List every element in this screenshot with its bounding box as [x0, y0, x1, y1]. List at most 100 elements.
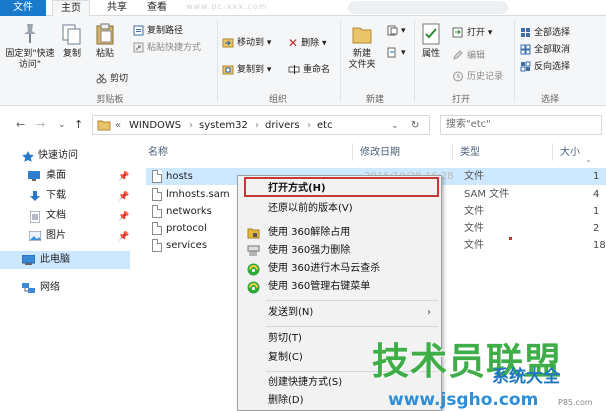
column-divider[interactable] [552, 143, 553, 161]
watermark-url-text: www.jsgho.com [388, 390, 539, 410]
nav-pictures[interactable]: 图片 📌 [0, 227, 132, 245]
breadcrumb-drivers[interactable]: drivers [265, 119, 300, 133]
back-button[interactable]: ← [16, 118, 25, 132]
move-to-button[interactable]: 移动到 ▾ [222, 36, 271, 50]
copy-to-icon [222, 65, 234, 75]
edit-button[interactable]: 编辑 [452, 49, 485, 63]
column-divider[interactable] [452, 143, 453, 161]
menu-item-360-unlock[interactable]: 使用 360解除占用 [238, 224, 441, 242]
nav-quick-access[interactable]: 快速访问 [0, 147, 132, 165]
copy-to-button[interactable]: 复制到 ▾ [222, 63, 271, 77]
tab-file[interactable]: 文件 [0, 0, 46, 16]
menu-item-send-to[interactable]: 发送到(N) › [238, 304, 441, 322]
pin-to-quick-access-button[interactable]: 固定到"快速访问" [4, 22, 56, 71]
tab-home[interactable]: 主页 [52, 0, 90, 16]
nav-network[interactable]: 网络 [0, 279, 132, 297]
paste-label: 粘贴 [95, 49, 114, 59]
rename-icon [288, 65, 300, 74]
file-icon [152, 188, 162, 201]
picture-icon [29, 231, 41, 241]
menu-item-restore-previous[interactable]: 还原以前的版本(V) [238, 200, 441, 218]
nav-quick-access-label: 快速访问 [38, 150, 78, 161]
menu-item-label: 使用 360管理右键菜单 [268, 281, 371, 292]
clipboard-group-label: 剪贴板 [96, 95, 124, 105]
menu-item-label: 使用 360进行木马云查杀 [268, 263, 381, 274]
breadcrumb-windows[interactable]: WINDOWS [129, 119, 181, 133]
column-header-name[interactable]: 名称 [148, 146, 168, 160]
paste-button[interactable]: 粘贴 [90, 22, 120, 60]
paste-shortcut-icon [133, 42, 144, 53]
menu-item-360-force-delete[interactable]: 使用 360强力删除 [238, 242, 441, 260]
menu-separator [266, 326, 438, 327]
pin-icon[interactable]: 📌 [118, 208, 129, 226]
history-icon [453, 71, 463, 82]
new-item-button[interactable]: ▾ [386, 24, 406, 38]
new-item-icon [387, 25, 398, 36]
column-header-size[interactable]: 大小 [560, 146, 580, 160]
file-size: 1 [593, 171, 600, 182]
pin-icon[interactable]: 📌 [118, 168, 129, 186]
copy-path-button[interactable]: 复制路径 [133, 24, 183, 38]
download-arrow-icon [30, 191, 40, 201]
delete-x-icon: ✕ [288, 36, 299, 50]
forward-button[interactable]: → [36, 118, 45, 132]
file-icon [152, 170, 162, 183]
easy-access-button[interactable]: ▾ [386, 46, 406, 60]
properties-button[interactable]: 属性 [418, 22, 444, 60]
document-icon [30, 211, 40, 223]
history-button[interactable]: 历史记录 [452, 70, 503, 84]
column-header-type[interactable]: 类型 [460, 146, 480, 160]
invert-selection-label: 反向选择 [534, 62, 571, 72]
select-all-icon [521, 28, 530, 37]
tab-view[interactable]: 查看 [140, 0, 174, 16]
menu-item-label: 使用 360解除占用 [268, 227, 351, 238]
properties-label: 属性 [421, 49, 440, 59]
menu-item-360-manage[interactable]: 使用 360管理右键菜单 [238, 278, 441, 296]
file-name: services [166, 240, 208, 251]
refresh-button[interactable]: ↻ [411, 119, 419, 133]
breadcrumb-overflow[interactable]: « [115, 119, 121, 133]
invert-selection-icon [520, 61, 531, 72]
new-folder-button[interactable]: 新建 文件夹 [344, 22, 380, 71]
paste-icon [96, 23, 114, 45]
menu-item-label: 还原以前的版本(V) [268, 203, 353, 214]
file-name: lmhosts.sam [166, 189, 230, 200]
pin-icon[interactable]: 📌 [118, 188, 129, 206]
menu-item-360-scan[interactable]: 使用 360进行木马云查杀 [238, 260, 441, 278]
breadcrumb-system32[interactable]: system32 [199, 119, 248, 133]
nav-documents[interactable]: 文档 📌 [0, 207, 132, 225]
delete-button[interactable]: ✕ 删除 ▾ [288, 36, 326, 50]
pin-icon [24, 24, 36, 43]
rename-button[interactable]: 重命名 [288, 63, 330, 77]
invert-selection-button[interactable]: 反向选择 [520, 60, 570, 74]
breadcrumb-chevron[interactable]: › [307, 119, 311, 133]
nav-this-pc[interactable]: 此电脑 [0, 251, 130, 269]
up-button[interactable]: ↑ [74, 118, 83, 132]
copy-button[interactable]: 复制 [58, 22, 86, 60]
pin-icon[interactable]: 📌 [118, 228, 129, 246]
new-group-label: 新建 [365, 95, 384, 105]
cut-button[interactable]: 剪切 [96, 72, 128, 86]
select-none-button[interactable]: 全部取消 [520, 43, 570, 57]
select-all-button[interactable]: 全部选择 [520, 26, 570, 40]
nav-desktop[interactable]: 桌面 📌 [0, 167, 132, 185]
address-dropdown-button[interactable]: ⌄ [391, 119, 399, 133]
breadcrumb-etc[interactable]: etc [317, 119, 333, 133]
column-divider[interactable] [352, 143, 353, 161]
column-header-modified[interactable]: 修改日期 [360, 146, 400, 160]
breadcrumb-chevron[interactable]: › [189, 119, 193, 133]
search-input[interactable]: 搜索"etc" [440, 115, 602, 135]
paste-shortcut-button[interactable]: 粘贴快捷方式 [133, 41, 201, 55]
nav-downloads[interactable]: 下载 📌 [0, 187, 132, 205]
copy-icon [62, 24, 81, 45]
breadcrumb-chevron[interactable]: › [255, 119, 259, 133]
shredder-icon [247, 245, 260, 256]
open-button[interactable]: 打开 ▾ [452, 26, 492, 40]
navigation-pane: 快速访问 桌面 📌 下载 📌 文档 📌 图片 📌 此电脑 网络 [0, 141, 138, 411]
tab-share[interactable]: 共享 [100, 0, 134, 16]
recent-locations-button[interactable]: ⌄ [58, 118, 66, 132]
copy-path-icon [133, 25, 144, 36]
address-bar[interactable]: « WINDOWS › system32 › drivers › etc ⌄ ↻ [92, 115, 430, 135]
delete-label: 删除 [301, 38, 320, 49]
ribbon-home: 固定到"快速访问" 复制 粘贴 复制路径 粘贴快捷方式 剪切 剪贴板 移动到 ▾… [0, 16, 606, 106]
